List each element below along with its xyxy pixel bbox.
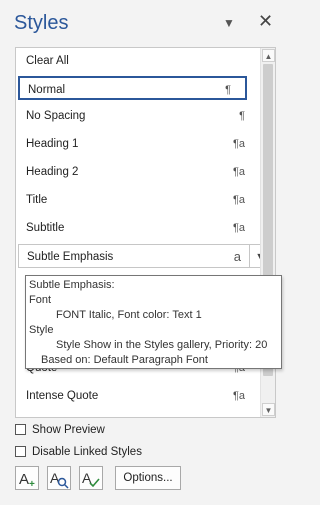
style-item-title[interactable]: Title ¶a <box>16 188 259 212</box>
scroll-up-icon[interactable]: ▲ <box>262 49 275 62</box>
style-item-label: Subtitle <box>26 222 65 234</box>
style-item-intense-quote[interactable]: Intense Quote ¶a <box>16 384 259 408</box>
manage-styles-icon: A <box>82 470 100 488</box>
paragraph-mark-icon: ¶ <box>225 84 231 96</box>
show-preview-option[interactable]: Show Preview <box>15 422 105 438</box>
style-item-heading-1[interactable]: Heading 1 ¶a <box>16 132 259 156</box>
style-item-clear-all[interactable]: Clear All <box>16 49 259 73</box>
tooltip-style-detail: Style Show in the Styles gallery, Priori… <box>56 339 268 351</box>
options-button[interactable]: Options... <box>115 466 181 490</box>
style-item-label: Subtle Emphasis <box>27 251 114 263</box>
disable-linked-styles-label: Disable Linked Styles <box>32 446 142 458</box>
style-item-subtitle[interactable]: Subtitle ¶a <box>16 216 259 240</box>
linked-style-icon: ¶a <box>232 138 245 150</box>
style-inspector-icon: A <box>50 470 69 489</box>
style-item-label: Intense Quote <box>26 390 99 402</box>
style-item-label: Heading 2 <box>26 166 79 178</box>
close-icon[interactable]: ✕ <box>258 11 273 32</box>
scroll-down-icon[interactable]: ▼ <box>262 403 275 416</box>
tooltip-style-label: Style <box>29 324 54 336</box>
pane-title: Styles <box>14 12 69 34</box>
style-item-label: Title <box>26 194 48 206</box>
style-tooltip: Subtle Emphasis: Font FONT Italic, Font … <box>25 275 282 369</box>
style-item-subtle-emphasis[interactable]: Subtle Emphasis a <box>18 244 262 268</box>
disable-linked-styles-option[interactable]: Disable Linked Styles <box>15 444 142 460</box>
style-item-label: No Spacing <box>26 110 86 122</box>
tooltip-font-detail: FONT Italic, Font color: Text 1 <box>56 309 202 321</box>
style-item-normal[interactable]: Normal ¶ <box>18 76 247 100</box>
svg-text:+: + <box>29 479 35 489</box>
disable-linked-styles-checkbox[interactable] <box>15 446 26 458</box>
new-style-icon: A + <box>19 471 35 490</box>
manage-styles-button[interactable]: A <box>79 466 103 490</box>
style-item-label: Heading 1 <box>26 138 79 150</box>
linked-style-icon: ¶a <box>232 194 245 206</box>
tooltip-heading: Subtle Emphasis: <box>29 279 115 291</box>
linked-style-icon: ¶a <box>232 390 245 402</box>
show-preview-checkbox[interactable] <box>15 424 26 436</box>
paragraph-mark-icon: ¶ <box>239 110 245 122</box>
style-item-no-spacing[interactable]: No Spacing ¶ <box>16 104 259 128</box>
style-item-heading-2[interactable]: Heading 2 ¶a <box>16 160 259 184</box>
show-preview-label: Show Preview <box>32 424 105 436</box>
tooltip-based-on: Based on: Default Paragraph Font <box>41 354 208 366</box>
linked-style-icon: ¶a <box>232 166 245 178</box>
chevron-down-icon[interactable]: ▼ <box>223 16 235 30</box>
tooltip-font-label: Font <box>29 294 52 306</box>
new-style-button[interactable]: A + <box>15 466 39 490</box>
style-inspector-button[interactable]: A <box>47 466 71 490</box>
character-style-icon: a <box>233 249 241 264</box>
style-item-label: Normal <box>28 84 66 96</box>
style-item-label: Clear All <box>26 55 69 67</box>
svg-text:A: A <box>19 471 29 488</box>
linked-style-icon: ¶a <box>232 222 245 234</box>
